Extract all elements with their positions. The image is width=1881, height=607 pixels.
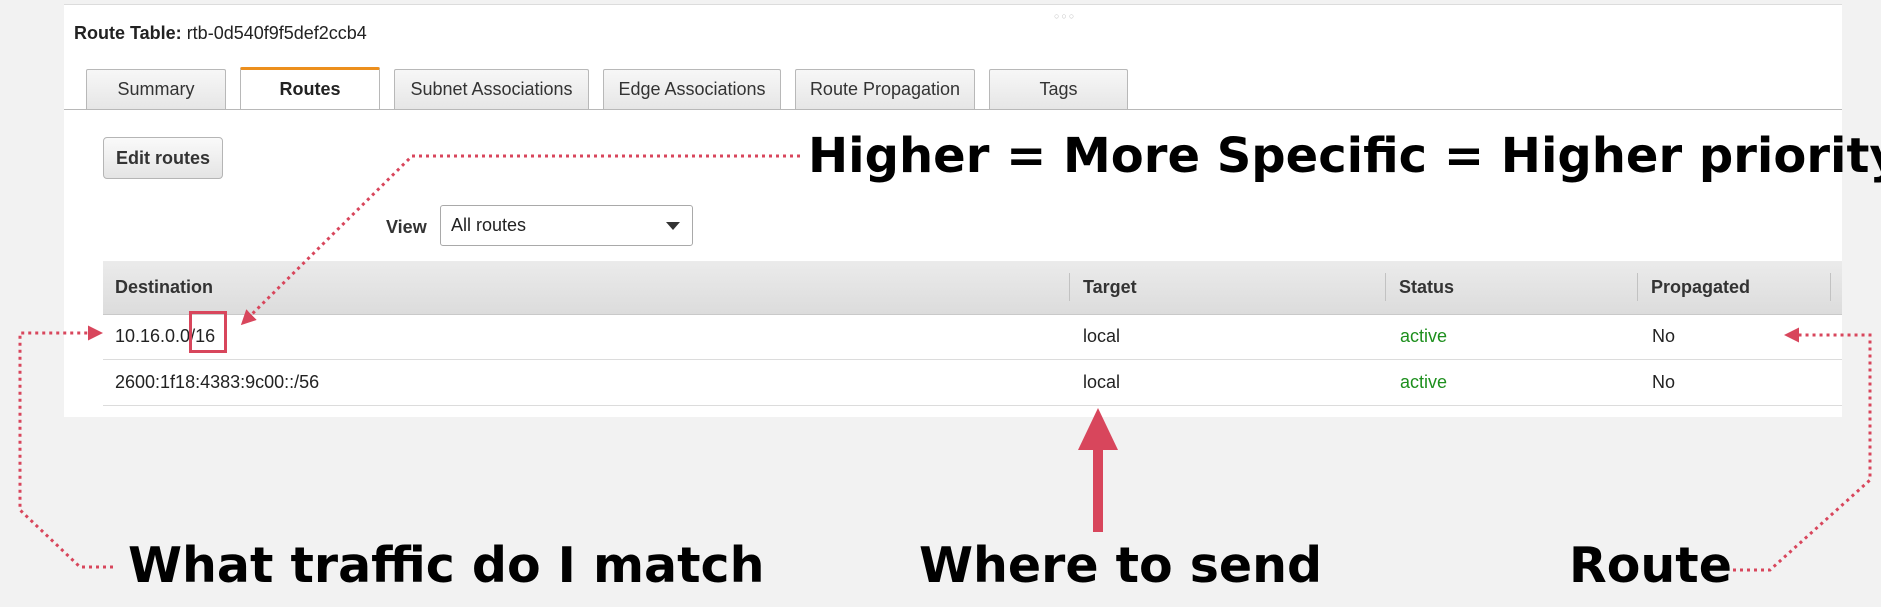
annotation-route: Route: [1569, 537, 1732, 594]
priority-leader-line: [240, 154, 800, 326]
match-leader-line: [18, 325, 113, 569]
annotation-priority: Higher = More Specific = Higher priority: [808, 128, 1881, 184]
annotation-send: Where to send: [919, 537, 1323, 594]
annotation-match: What traffic do I match: [128, 537, 765, 594]
route-leader-line: [1733, 327, 1872, 572]
annotation-overlay: [18, 154, 1872, 572]
send-arrow-icon: [1078, 408, 1118, 532]
